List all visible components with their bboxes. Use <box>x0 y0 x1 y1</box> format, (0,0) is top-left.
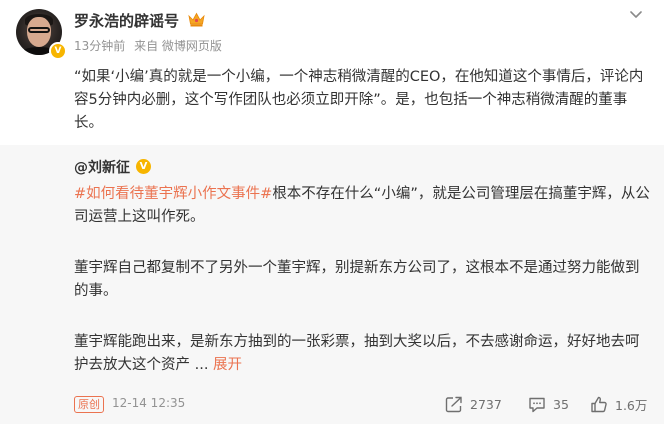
hashtag-link[interactable]: #如何看待董宇辉小作文事件# <box>74 186 272 202</box>
like-button[interactable]: 1.6万 <box>590 394 647 414</box>
repost-paragraph-3-text: 董宇辉能跑出来，是新东方抽到的一张彩票，抽到大奖以后，不去感谢命运，好好地去呵护… <box>74 334 640 373</box>
repost-author-link[interactable]: @刘新征 <box>74 157 130 177</box>
repost-paragraph-2: 董宇辉自己都复制不了另外一个董宇辉，别提新东方公司了，这根本不是通过努力能做到的… <box>74 260 640 299</box>
repost-timestamp[interactable]: 12-14 12:35 <box>112 396 185 410</box>
repost-box[interactable]: @刘新征 V #如何看待董宇辉小作文事件#根本不存在什么“小编”，就是公司管理层… <box>0 145 664 424</box>
comment-icon <box>529 397 545 412</box>
like-count: 1.6万 <box>615 397 648 413</box>
repost-count: 2737 <box>470 396 502 412</box>
expand-link[interactable]: 展开 <box>213 357 242 373</box>
username-link[interactable]: 罗永浩的辟谣号 <box>74 10 179 31</box>
avatar[interactable]: V <box>16 9 67 60</box>
comment-button[interactable]: 35 <box>528 394 569 414</box>
post-source: 来自 微博网页版 <box>134 39 222 53</box>
verified-v-icon: V <box>136 159 151 174</box>
repost-button[interactable]: 2737 <box>445 394 502 414</box>
post-text: “如果‘小编’真的就是一个小编，一个神志稍微清醒的CEO，在他知道这个事情后，评… <box>74 69 644 131</box>
post-meta: 13分钟前 来自 微博网页版 <box>74 37 227 54</box>
repost-paragraph-3: 董宇辉能跑出来，是新东方抽到的一张彩票，抽到大奖以后，不去感谢命运，好好地去呵护… <box>74 331 650 377</box>
comment-count: 35 <box>553 396 569 412</box>
chevron-down-icon[interactable] <box>628 6 644 22</box>
repost-paragraph-1: #如何看待董宇辉小作文事件#根本不存在什么“小编”，就是公司管理层在搞董宇辉，从… <box>74 183 650 229</box>
crown-icon <box>188 12 205 27</box>
weibo-post-card: V 罗永浩的辟谣号 13分钟前 来自 微博网页版 “如果‘小编’真的就是一个小编… <box>0 0 664 424</box>
original-tag-badge: 原创 <box>74 396 104 413</box>
verified-badge-icon: V <box>49 42 67 60</box>
share-icon <box>445 396 462 412</box>
thumbs-up-icon <box>591 396 607 412</box>
post-time[interactable]: 13分钟前 <box>74 39 125 53</box>
